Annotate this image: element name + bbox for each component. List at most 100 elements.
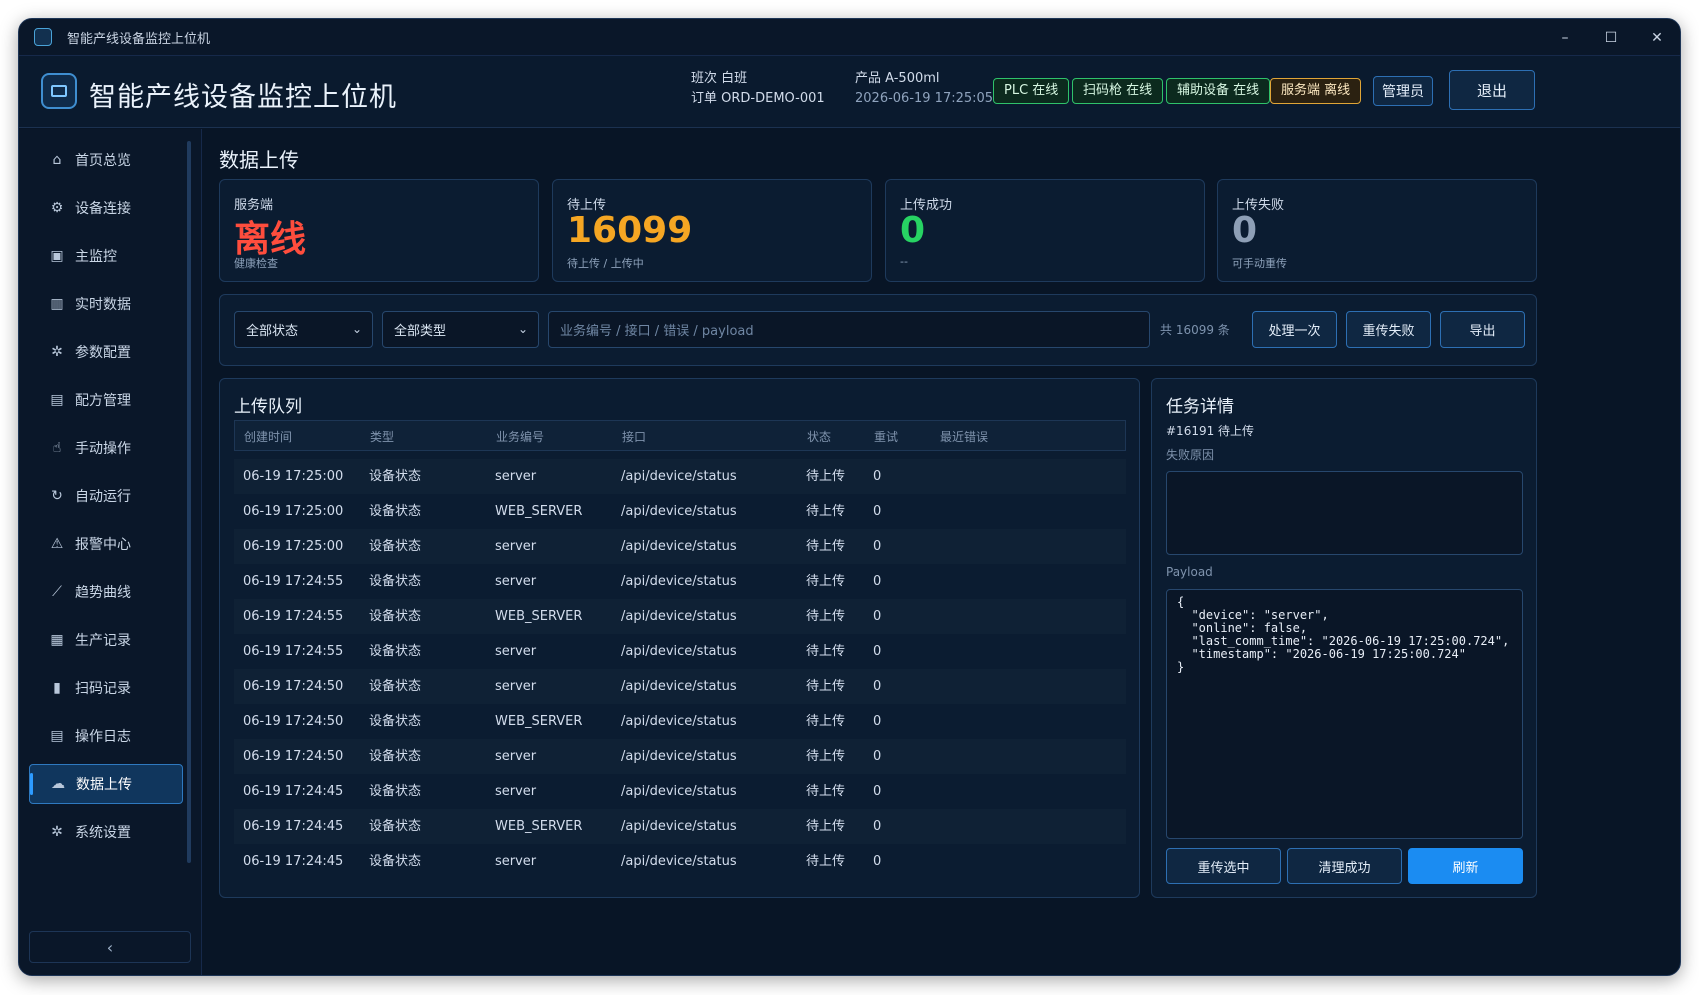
payload-viewer[interactable]: { "device": "server", "online": false, "… <box>1166 589 1523 839</box>
page-title: 数据上传 <box>219 148 299 172</box>
cell-business-id: server <box>495 749 537 764</box>
sidebar-item-manual[interactable]: ☝ 手动操作 <box>29 428 183 468</box>
sidebar-item-recipe[interactable]: ▤ 配方管理 <box>29 380 183 420</box>
app-header: 智能产线设备监控上位机 班次 白班 订单 ORD-DEMO-001 产品 A-5… <box>19 56 1680 128</box>
maximize-icon[interactable]: ☐ <box>1588 19 1634 56</box>
sidebar-item-label: 配方管理 <box>75 393 131 409</box>
sidebar-item-alarm[interactable]: ⚠ 报警中心 <box>29 524 183 564</box>
status-select-value: 全部状态 <box>246 324 299 339</box>
shift-order-info: 班次 白班 订单 ORD-DEMO-001 <box>691 69 825 109</box>
sidebar-item-overview[interactable]: ⌂ 首页总览 <box>29 140 183 180</box>
status-badge-scanner: 扫码枪 在线 <box>1072 78 1164 104</box>
cell-endpoint: /api/device/status <box>621 819 737 834</box>
stat-value: 0 <box>900 210 926 251</box>
cell-status: 待上传 <box>806 644 846 659</box>
reason-label: 失败原因 <box>1166 448 1215 462</box>
logout-button[interactable]: 退出 <box>1449 70 1535 110</box>
table-row[interactable]: 06-19 17:25:00 设备状态 server/api/device/stat… <box>234 459 1126 494</box>
sidebar-item-data-upload[interactable]: ☁ 数据上传 <box>29 764 183 804</box>
cell-status: 待上传 <box>806 469 846 484</box>
cell-created-time: 06-19 17:24:50 <box>243 749 344 764</box>
type-select[interactable]: 全部类型 ⌄ <box>382 311 539 348</box>
table-row[interactable]: 06-19 17:25:00 设备状态 WEB_SERVER/api/device/… <box>234 494 1126 529</box>
cell-business-id: server <box>495 784 537 799</box>
cell-type: 设备状态 <box>369 714 422 729</box>
cell-endpoint: /api/device/status <box>621 679 737 694</box>
retry-failed-button[interactable]: 重传失败 <box>1346 311 1431 348</box>
task-detail-panel: 任务详情 #16191 待上传 失败原因 Payload { "device":… <box>1151 378 1537 898</box>
cell-business-id: WEB_SERVER <box>495 609 583 624</box>
sidebar-item-params[interactable]: ✲ 参数配置 <box>29 332 183 372</box>
search-input[interactable]: 业务编号 / 接口 / 错误 / payload <box>548 311 1150 348</box>
sidebar-item-operation-log[interactable]: ▤ 操作日志 <box>29 716 183 756</box>
sidebar-item-label: 手动操作 <box>75 441 131 457</box>
table-row[interactable]: 06-19 17:24:45 设备状态 server/api/device/stat… <box>234 844 1126 879</box>
cell-business-id: server <box>495 854 537 869</box>
cell-status: 待上传 <box>806 714 846 729</box>
sidebar-item-label: 生产记录 <box>75 633 131 649</box>
cell-status: 待上传 <box>806 854 846 869</box>
close-icon[interactable]: ✕ <box>1634 19 1680 56</box>
user-button[interactable]: 管理员 <box>1373 76 1433 106</box>
minimize-icon[interactable]: – <box>1542 19 1588 56</box>
sidebar-item-label: 扫码记录 <box>75 681 131 697</box>
task-id: #16191 待上传 <box>1166 424 1255 438</box>
queue-title: 上传队列 <box>234 397 302 417</box>
cell-endpoint: /api/device/status <box>621 854 737 869</box>
retry-selected-button[interactable]: 重传选中 <box>1166 848 1281 884</box>
clear-success-button[interactable]: 清理成功 <box>1287 848 1402 884</box>
sidebar-item-trend[interactable]: ⟋ 趋势曲线 <box>29 572 183 612</box>
table-row[interactable]: 06-19 17:24:45 设备状态 WEB_SERVER/api/device/… <box>234 809 1126 844</box>
cell-created-time: 06-19 17:24:45 <box>243 784 344 799</box>
sidebar-item-label: 系统设置 <box>75 825 131 841</box>
sidebar-item-label: 操作日志 <box>75 729 131 745</box>
table-row[interactable]: 06-19 17:24:55 设备状态 WEB_SERVER/api/device/… <box>234 599 1126 634</box>
app-window: 智能产线设备监控上位机 – ☐ ✕ 智能产线设备监控上位机 班次 白班 订单 O… <box>18 18 1681 976</box>
cell-retry: 0 <box>873 784 882 799</box>
cell-created-time: 06-19 17:25:00 <box>243 539 344 554</box>
type-select-value: 全部类型 <box>394 324 447 339</box>
cell-status: 待上传 <box>806 679 846 694</box>
cell-endpoint: /api/device/status <box>621 504 737 519</box>
sidebar-item-scan-record[interactable]: ▮ 扫码记录 <box>29 668 183 708</box>
cell-type: 设备状态 <box>369 749 422 764</box>
chevron-left-icon: ‹ <box>106 937 114 957</box>
export-button[interactable]: 导出 <box>1440 311 1525 348</box>
cell-created-time: 06-19 17:24:55 <box>243 609 344 624</box>
product-text: 产品 A-500ml <box>855 71 940 86</box>
table-row[interactable]: 06-19 17:24:45 设备状态 server/api/device/stat… <box>234 774 1126 809</box>
sidebar-item-device-connect[interactable]: ⚙ 设备连接 <box>29 188 183 228</box>
cell-type: 设备状态 <box>369 539 422 554</box>
table-row[interactable]: 06-19 17:24:55 设备状态 server/api/device/stat… <box>234 634 1126 669</box>
status-select[interactable]: 全部状态 ⌄ <box>234 311 373 348</box>
sidebar-item-auto-run[interactable]: ↻ 自动运行 <box>29 476 183 516</box>
cell-endpoint: /api/device/status <box>621 784 737 799</box>
table-row[interactable]: 06-19 17:24:50 设备状态 server/api/device/stat… <box>234 739 1126 774</box>
sidebar-item-main-monitor[interactable]: ▣ 主监控 <box>29 236 183 276</box>
table-row[interactable]: 06-19 17:24:55 设备状态 server/api/device/stat… <box>234 564 1126 599</box>
table-row[interactable]: 06-19 17:25:00 设备状态 server/api/device/stat… <box>234 529 1126 564</box>
cell-created-time: 06-19 17:24:45 <box>243 854 344 869</box>
sidebar-item-system-settings[interactable]: ✲ 系统设置 <box>29 812 183 852</box>
cell-status: 待上传 <box>806 609 846 624</box>
refresh-button[interactable]: 刷新 <box>1408 848 1523 884</box>
record-icon: ▦ <box>50 632 64 648</box>
status-badge-server: 服务端 离线 <box>1270 78 1362 104</box>
cell-business-id: WEB_SERVER <box>495 819 583 834</box>
sidebar-scrollbar[interactable] <box>187 141 191 863</box>
chevron-down-icon: ⌄ <box>351 322 362 336</box>
table-row[interactable]: 06-19 17:24:50 设备状态 WEB_SERVER/api/device/… <box>234 704 1126 739</box>
cell-status: 待上传 <box>806 504 846 519</box>
record-count: 共 16099 条 <box>1160 323 1230 337</box>
failure-reason-field[interactable] <box>1166 471 1523 555</box>
app-title: 智能产线设备监控上位机 <box>89 82 397 113</box>
refresh-icon: ↻ <box>51 488 63 504</box>
sidebar-collapse-button[interactable]: ‹ <box>29 931 191 963</box>
sidebar-item-production-record[interactable]: ▦ 生产记录 <box>29 620 183 660</box>
table-body: 06-19 17:25:00 设备状态 server/api/device/stat… <box>234 459 1126 879</box>
process-once-button[interactable]: 处理一次 <box>1252 311 1337 348</box>
stat-card-success: 上传成功 0 -- <box>885 179 1205 282</box>
window-title: 智能产线设备监控上位机 <box>67 31 211 47</box>
sidebar-item-realtime-data[interactable]: ▥ 实时数据 <box>29 284 183 324</box>
table-row[interactable]: 06-19 17:24:50 设备状态 server/api/device/stat… <box>234 669 1126 704</box>
